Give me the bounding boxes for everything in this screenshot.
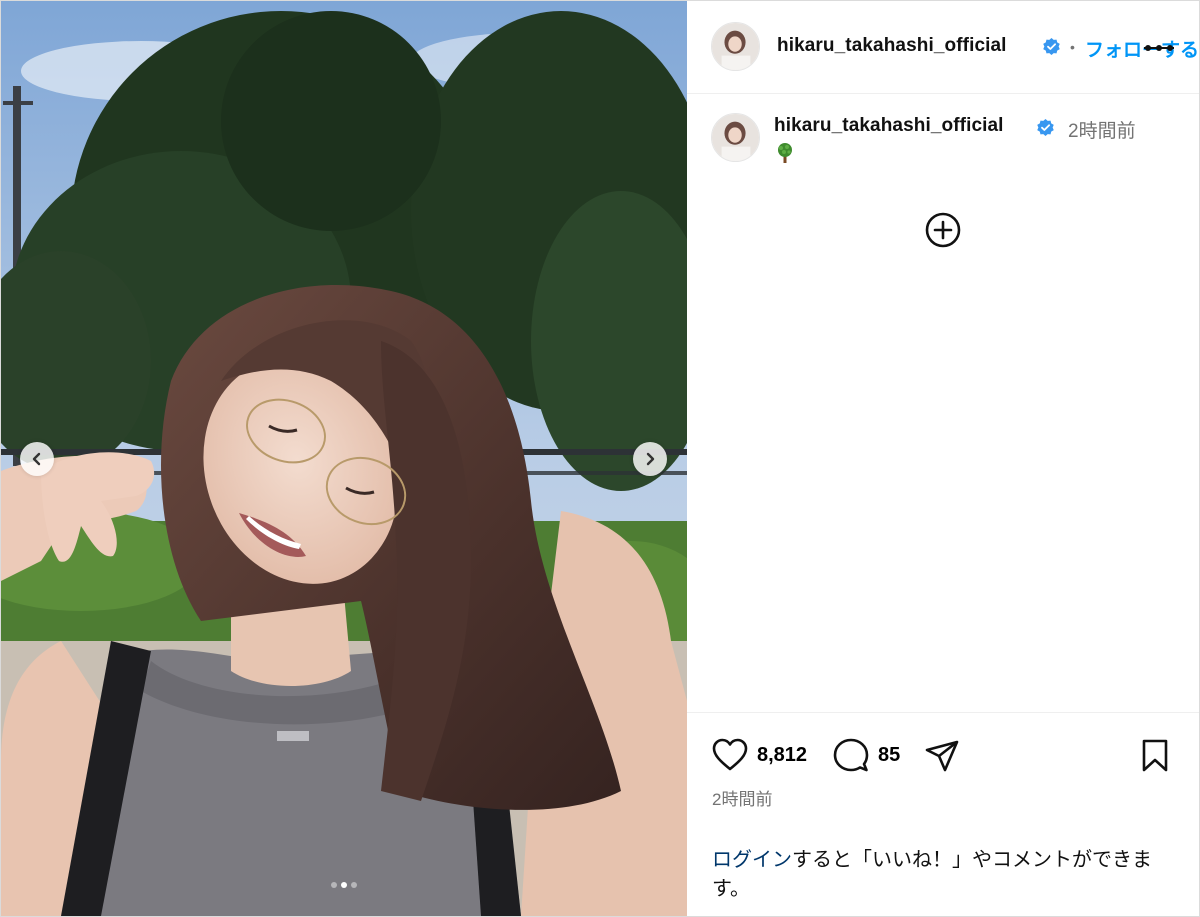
login-link[interactable]: ログイン bbox=[712, 849, 792, 871]
post-media[interactable] bbox=[1, 1, 687, 916]
author-username[interactable]: hikaru_takahashi_official bbox=[777, 35, 1007, 57]
chevron-right-icon bbox=[646, 452, 655, 466]
post-timestamp[interactable]: 2時間前 bbox=[712, 785, 772, 810]
post-header: hikaru_takahashi_official • フォローする bbox=[687, 1, 1199, 94]
carousel-next-button[interactable] bbox=[633, 442, 667, 476]
caption-username[interactable]: hikaru_takahashi_official bbox=[774, 115, 1004, 137]
carousel-prev-button[interactable] bbox=[20, 442, 54, 476]
follow-button[interactable]: フォローする bbox=[1085, 35, 1199, 62]
verified-badge-icon bbox=[1037, 118, 1054, 137]
post-photo bbox=[1, 1, 687, 916]
caption-timestamp[interactable]: 2時間前 bbox=[1068, 116, 1136, 143]
bookmark-icon[interactable] bbox=[1140, 739, 1170, 773]
carousel-indicator bbox=[1, 882, 687, 888]
carousel-dot bbox=[331, 882, 337, 888]
post-sidebar: hikaru_takahashi_official • フォローする hikar… bbox=[687, 1, 1199, 916]
post-actions: 8,812 85 2時間前 ログインすると「いいね！」やコメントができます。 bbox=[687, 712, 1199, 916]
like-count[interactable]: 8,812 bbox=[757, 744, 807, 767]
share-icon[interactable] bbox=[924, 739, 960, 773]
avatar[interactable] bbox=[711, 22, 760, 71]
caption-avatar[interactable] bbox=[711, 113, 760, 162]
verified-badge-icon bbox=[1043, 37, 1060, 56]
tree-emoji-icon bbox=[778, 143, 792, 163]
add-comment-icon[interactable] bbox=[924, 211, 962, 249]
chevron-left-icon bbox=[32, 452, 41, 466]
carousel-dot bbox=[351, 882, 357, 888]
comment-count[interactable]: 85 bbox=[878, 744, 900, 767]
login-prompt: ログインすると「いいね！」やコメントができます。 bbox=[712, 846, 1182, 904]
heart-icon[interactable] bbox=[712, 738, 748, 772]
carousel-dot-active bbox=[341, 882, 347, 888]
header-separator: • bbox=[1070, 39, 1075, 55]
more-options-icon[interactable] bbox=[1144, 44, 1174, 52]
comment-icon[interactable] bbox=[833, 737, 869, 773]
